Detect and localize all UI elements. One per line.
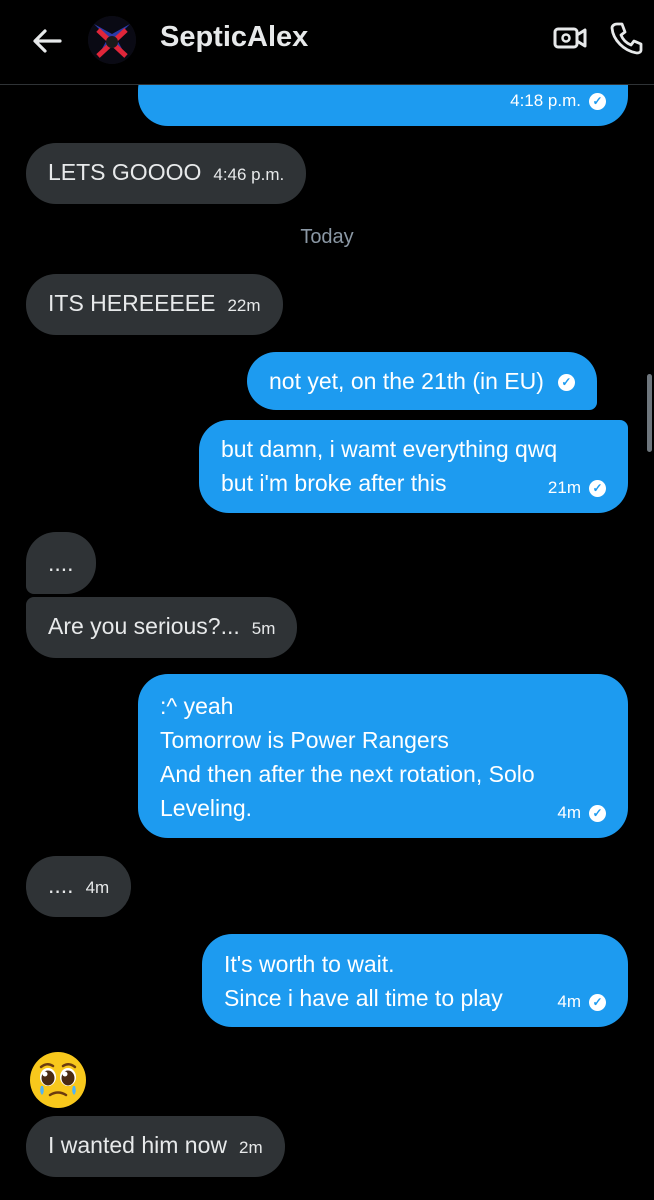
message-meta: 4m ✓ [557, 802, 606, 824]
back-arrow-icon[interactable] [30, 24, 64, 58]
message-text: .... [48, 872, 74, 898]
message-time: 4m [85, 878, 110, 897]
message-bubble-incoming[interactable]: .... 4m [26, 856, 132, 917]
message-bubble-incoming[interactable]: I wanted him now 2m [26, 1116, 285, 1177]
message-text: Are you serious?... [48, 613, 240, 639]
message-bubble-outgoing[interactable]: :^ yeah Tomorrow is Power Rangers And th… [138, 674, 628, 838]
message-bubble-incoming[interactable]: ITS HEREEEEE 22m [26, 274, 283, 335]
message-time: 22m [227, 296, 261, 315]
message-bubble-incoming[interactable]: Are you serious?... 5m [26, 597, 298, 658]
video-call-icon[interactable] [552, 20, 588, 56]
message-time: 4:18 p.m. [510, 91, 581, 110]
message-time: 4m [557, 992, 581, 1011]
message-line: but damn, i wamt everything qwq [221, 436, 558, 462]
avatar-image [88, 16, 136, 64]
message-time: 4m [557, 803, 581, 822]
message-bubble-outgoing[interactable]: but damn, i wamt everything qwq but i'm … [199, 420, 628, 513]
scrollbar-thumb[interactable] [647, 374, 652, 452]
message-meta: 4:18 p.m. ✓ [498, 90, 606, 112]
message-line: And then after the next rotation, Solo [160, 761, 535, 787]
chat-header: SepticAlex [0, 0, 654, 85]
message-bubble-incoming[interactable]: .... [26, 532, 96, 594]
message-line: It's worth to wait. [224, 951, 395, 977]
message-time: 4:46 p.m. [213, 165, 285, 184]
read-check-icon: ✓ [589, 480, 606, 498]
message-time: 5m [251, 619, 276, 638]
message-bubble-incoming[interactable]: LETS GOOOO 4:46 p.m. [26, 143, 307, 204]
scrollbar-track[interactable] [646, 84, 654, 1200]
day-separator: Today [300, 226, 354, 248]
message-line: Leveling. [160, 795, 253, 821]
message-line: :^ yeah [160, 693, 234, 719]
message-bubble-outgoing[interactable]: not yet, on the 21th (in EU) ✓ [247, 352, 597, 410]
message-text: .... [48, 550, 74, 576]
read-check-icon: ✓ [557, 374, 575, 392]
chat-title[interactable]: SepticAlex [160, 21, 308, 54]
message-line: Since i have all time to play [224, 985, 503, 1011]
message-text: not yet, on the 21th (in EU) [269, 368, 544, 394]
message-text: ITS HEREEEEE [48, 290, 216, 316]
message-text: I wanted him now [48, 1132, 227, 1158]
read-check-icon: ✓ [589, 93, 606, 111]
read-check-icon: ✓ [589, 805, 606, 823]
phone-icon[interactable] [608, 20, 644, 56]
message-line: Tomorrow is Power Rangers [160, 727, 449, 753]
pleading-face-emoji[interactable] [28, 1050, 88, 1110]
message-meta: 4m ✓ [557, 991, 606, 1013]
message-time: 21m [547, 478, 581, 497]
message-text: LETS GOOOO [48, 159, 202, 185]
message-time: 2m [238, 1138, 263, 1157]
message-bubble-outgoing[interactable]: It's worth to wait. Since i have all tim… [202, 934, 628, 1027]
avatar[interactable] [88, 16, 136, 64]
message-meta: 21m ✓ [548, 477, 606, 499]
read-check-icon: ✓ [589, 994, 606, 1012]
